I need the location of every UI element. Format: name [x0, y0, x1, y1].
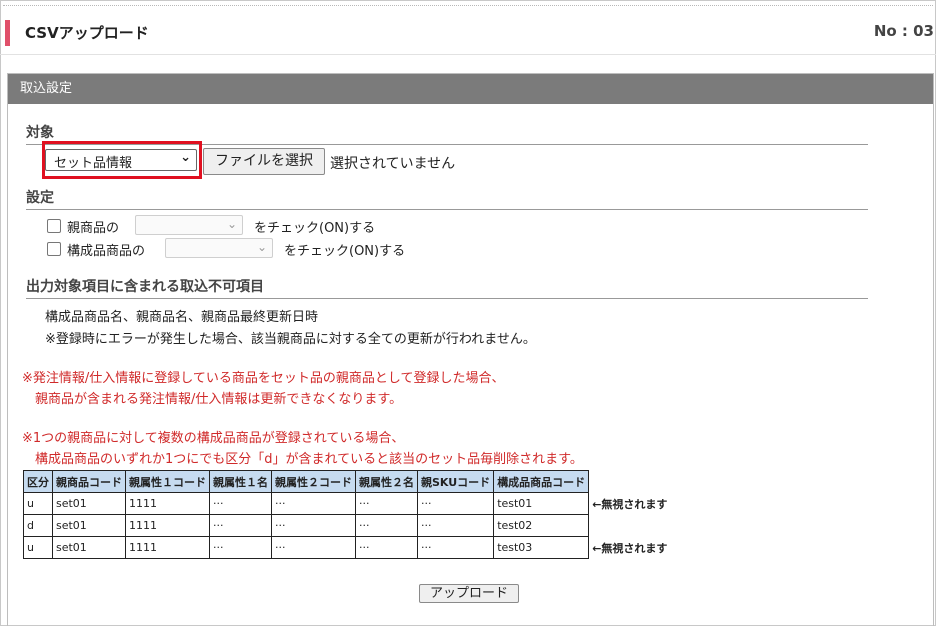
- table-row: u set01 1111 ··· ··· ··· ··· test01 ←無視さ…: [23, 492, 671, 515]
- table-cell: ···: [416, 492, 495, 515]
- column-header: 親属性２名: [355, 470, 418, 493]
- table-cell: set01: [52, 536, 126, 559]
- table-row: u set01 1111 ··· ··· ··· ··· test03 ←無視さ…: [23, 536, 671, 559]
- component-label: 構成品商品の: [67, 244, 146, 259]
- table-cell: set01: [52, 514, 126, 537]
- row-note: [589, 515, 671, 537]
- table-cell: ···: [209, 536, 272, 559]
- example-table: 区分 親商品コード 親属性１コード 親属性１名 親属性２コード 親属性２名 親S…: [23, 470, 671, 559]
- column-header: 親属性２コード: [271, 470, 356, 493]
- warning-note-1a: ※発注情報/仕入情報に登録している商品をセット品の親商品として登録した場合、: [22, 371, 505, 386]
- table-cell: ···: [271, 536, 356, 559]
- page-number: No : 03: [873, 22, 934, 40]
- table-cell: d: [23, 514, 53, 537]
- error-note: ※登録時にエラーが発生した場合、該当親商品に対する全ての更新が行われません。: [45, 332, 536, 347]
- chevron-down-icon: ⌄: [256, 240, 267, 254]
- parent-attribute-select[interactable]: ⌄: [135, 215, 243, 235]
- parent-label: 親商品の: [67, 221, 120, 236]
- import-settings-panel: 取込設定 対象 セット品情報 ⌄ ファイルを選択 選択されていません 設定 親商…: [7, 73, 934, 626]
- table-cell: 1111: [125, 536, 210, 559]
- upload-button[interactable]: アップロード: [419, 584, 519, 603]
- column-header: 親商品コード: [52, 470, 126, 493]
- chevron-down-icon: ⌄: [226, 217, 237, 231]
- table-cell: 1111: [125, 514, 210, 537]
- warning-note-2b: 構成品商品のいずれか1つにでも区分「d」が含まれていると該当のセット品毎削除され…: [35, 452, 583, 467]
- table-cell: ···: [271, 492, 356, 515]
- output-heading: 出力対象項目に含まれる取込不可項目: [26, 276, 868, 299]
- highlight-box: [42, 141, 202, 179]
- component-suffix: をチェック(ON)する: [284, 244, 406, 259]
- table-cell: ···: [355, 536, 418, 559]
- page-header: CSVアップロード No : 03: [5, 18, 934, 48]
- column-header: 親属性１名: [209, 470, 272, 493]
- top-dotted-divider: [3, 5, 933, 6]
- table-cell: set01: [52, 492, 126, 515]
- component-attribute-select[interactable]: ⌄: [165, 238, 273, 258]
- parent-checkbox[interactable]: [47, 219, 61, 233]
- table-cell: ···: [209, 514, 272, 537]
- table-cell: test02: [493, 514, 590, 537]
- header-divider: [0, 54, 936, 55]
- choose-file-button[interactable]: ファイルを選択: [203, 148, 325, 175]
- parent-suffix: をチェック(ON)する: [254, 221, 376, 236]
- page-title: CSVアップロード: [25, 24, 149, 42]
- table-cell: ···: [355, 492, 418, 515]
- column-header: 区分: [23, 470, 53, 493]
- table-cell: test01: [493, 492, 590, 515]
- table-cell: ···: [209, 492, 272, 515]
- warning-note-1b: 親商品が含まれる発注情報/仕入情報は更新できなくなります。: [35, 392, 403, 407]
- title-accent-bar: [5, 20, 10, 46]
- table-cell: u: [23, 492, 53, 515]
- table-cell: ···: [416, 536, 495, 559]
- column-header: 親属性１コード: [125, 470, 210, 493]
- table-header-row: 区分 親商品コード 親属性１コード 親属性１名 親属性２コード 親属性２名 親S…: [23, 470, 671, 493]
- column-header: 構成品商品コード: [493, 470, 590, 493]
- settings-heading: 設定: [26, 187, 868, 210]
- file-status: 選択されていません: [330, 156, 456, 172]
- table-cell: ···: [416, 514, 495, 537]
- table-row: d set01 1111 ··· ··· ··· ··· test02: [23, 514, 671, 537]
- row-note: ←無視されます: [592, 497, 668, 511]
- excluded-items: 構成品商品名、親商品名、親商品最終更新日時: [45, 310, 319, 325]
- table-cell: ···: [271, 514, 356, 537]
- warning-note-2a: ※1つの親商品に対して複数の構成品商品が登録されている場合、: [22, 431, 405, 446]
- table-cell: u: [23, 536, 53, 559]
- row-note: ←無視されます: [592, 541, 668, 555]
- component-checkbox[interactable]: [47, 242, 61, 256]
- table-cell: 1111: [125, 492, 210, 515]
- table-cell: ···: [355, 514, 418, 537]
- table-cell: test03: [493, 536, 590, 559]
- column-header: 親SKUコード: [416, 470, 495, 493]
- panel-title: 取込設定: [8, 74, 933, 104]
